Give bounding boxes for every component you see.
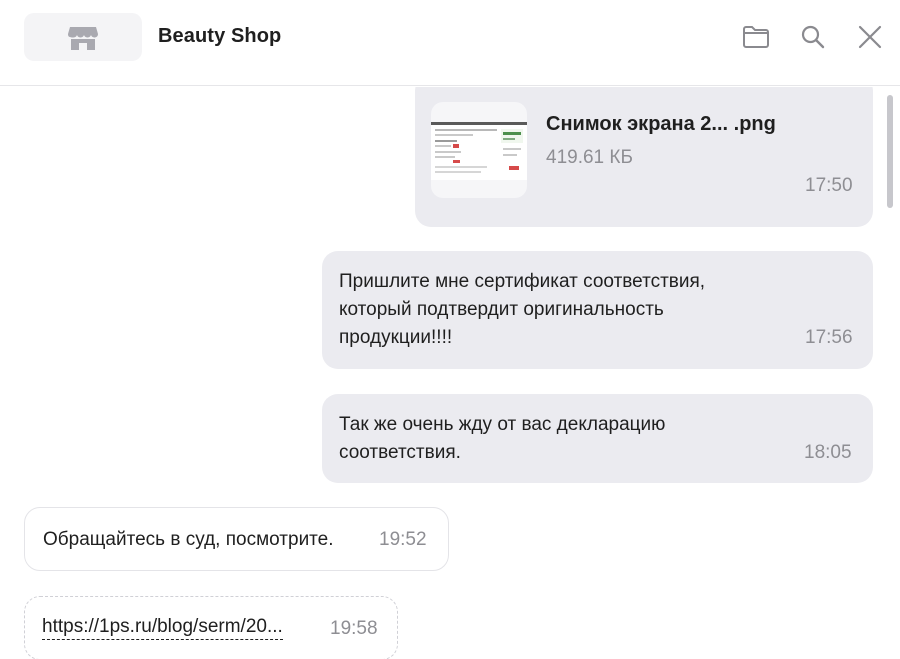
file-size: 419.61 КБ: [546, 147, 633, 168]
page-title: Beauty Shop: [158, 25, 282, 47]
message-time: 18:05: [804, 442, 852, 463]
folder-button[interactable]: [739, 20, 773, 54]
incoming-message-link[interactable]: https://1ps.ru/blog/serm/20... 19:58: [24, 596, 398, 659]
close-icon: [858, 25, 882, 49]
outgoing-message-declaration[interactable]: Так же очень жду от вас декларацию соотв…: [322, 394, 873, 483]
message-line: который подтвердит оригинальность: [339, 299, 664, 320]
screenshot-preview-image: [431, 122, 527, 180]
incoming-message-reply[interactable]: Обращайтесь в суд, посмотрите. 19:52: [24, 507, 449, 571]
message-time: 19:52: [379, 529, 427, 550]
message-time: 19:58: [330, 618, 378, 639]
file-message[interactable]: Снимок экрана 2... .png 419.61 КБ 17:50: [415, 87, 873, 227]
message-time: 17:50: [805, 175, 853, 196]
message-text: Так же очень жду от вас декларацию соотв…: [339, 411, 665, 467]
message-line: Пришлите мне сертификат соответствия,: [339, 271, 706, 292]
folder-icon: [743, 26, 769, 48]
file-name[interactable]: Снимок экрана 2... .png: [546, 110, 776, 138]
message-link[interactable]: https://1ps.ru/blog/serm/20...: [42, 615, 283, 640]
message-time: 17:56: [805, 327, 853, 348]
message-list[interactable]: Снимок экрана 2... .png 419.61 КБ 17:50 …: [0, 87, 900, 659]
search-icon: [801, 25, 825, 49]
message-text: Обращайтесь в суд, посмотрите.: [43, 529, 334, 550]
outgoing-message-certificate[interactable]: Пришлите мне сертификат соответствия, ко…: [322, 251, 873, 369]
close-button[interactable]: [853, 20, 887, 54]
message-line: Так же очень жду от вас декларацию: [339, 414, 666, 435]
message-line: соответствия.: [339, 442, 461, 463]
message-text: Пришлите мне сертификат соответствия, ко…: [339, 268, 705, 352]
search-button[interactable]: [796, 20, 830, 54]
chat-header: Beauty Shop: [0, 0, 900, 86]
message-line: продукции!!!!: [339, 327, 453, 348]
store-icon: [68, 27, 98, 50]
file-thumbnail[interactable]: [431, 102, 527, 198]
shop-avatar[interactable]: [24, 13, 142, 61]
scrollbar-thumb[interactable]: [887, 95, 893, 208]
